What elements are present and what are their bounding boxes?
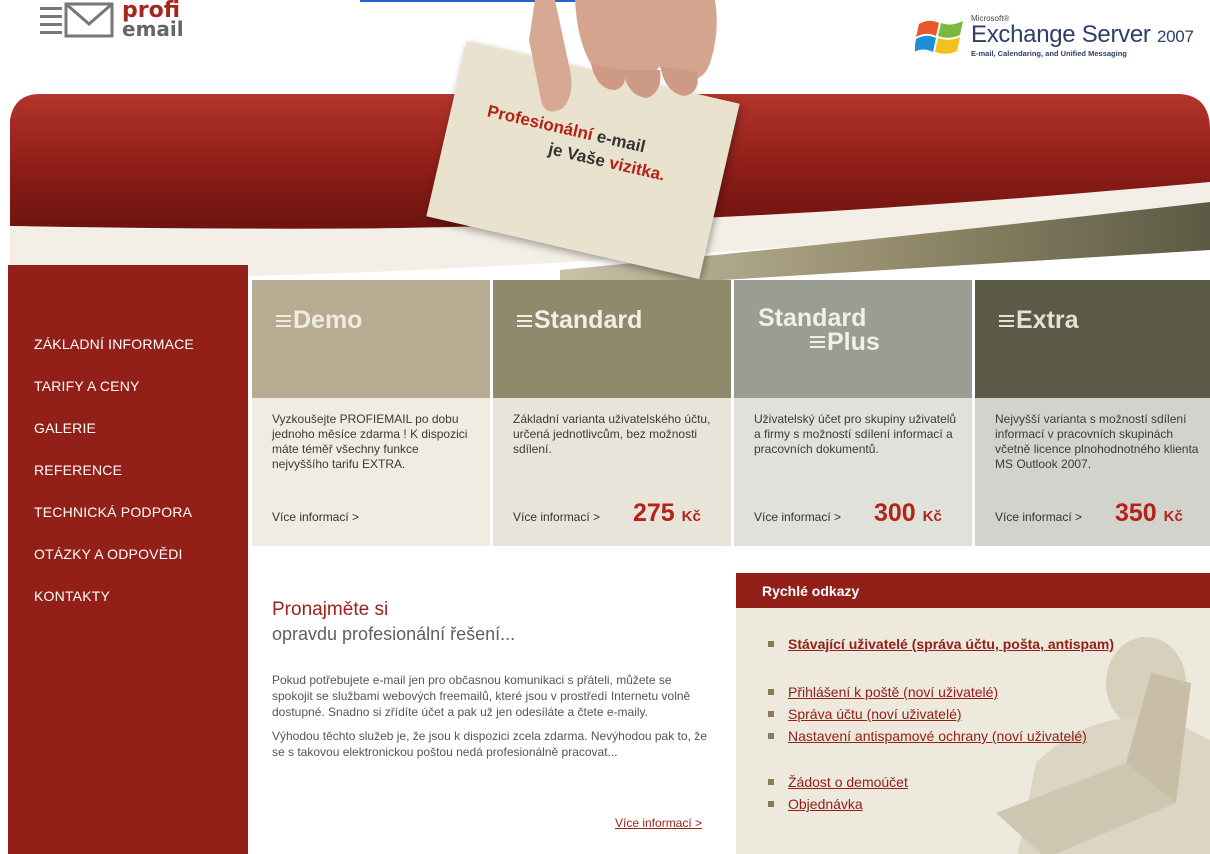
tariff-extra: Extra Nejvyšší varianta s možností sdíle…: [975, 280, 1210, 546]
intro-more-link[interactable]: Více informací >: [615, 816, 702, 830]
list-item: Správa účtu (noví uživatelé): [768, 703, 1114, 725]
intro-paragraph-2: Výhodou těchto služeb je, že jsou k disp…: [272, 729, 707, 759]
tariff-demo-name: Demo: [293, 306, 363, 334]
bullet-icon: [768, 689, 774, 695]
tariff-demo-header: Demo: [252, 280, 490, 398]
nav-item-zakladni-informace[interactable]: ZÁKLADNÍ INFORMACE: [34, 335, 194, 377]
tariff-demo-desc: Vyzkoušejte PROFIEMAIL po dobu jednoho m…: [272, 412, 468, 471]
tariff-extra-desc: Nejvyšší varianta s možností sdílení inf…: [995, 412, 1199, 471]
tariff-plus-price: 300 Kč: [874, 499, 942, 527]
link-account-admin[interactable]: Správa účtu (noví uživatelé): [788, 703, 962, 725]
quick-links-title: Rychlé odkazy: [736, 573, 1210, 608]
main-nav: ZÁKLADNÍ INFORMACE TARIFY A CENY GALERIE…: [34, 335, 194, 629]
nav-item-kontakty[interactable]: KONTAKTY: [34, 587, 194, 629]
bullet-icon: [768, 641, 774, 647]
tariff-standard-header: Standard: [493, 280, 731, 398]
tariff-plus-more-link[interactable]: Více informací >: [754, 510, 841, 524]
intro-text: Pokud potřebujete e-mail jen pro občasno…: [272, 672, 712, 768]
tariff-standard-more-link[interactable]: Více informací >: [513, 510, 600, 524]
tariff-demo: Demo Vyzkoušejte PROFIEMAIL po dobu jedn…: [252, 280, 490, 546]
link-existing-users[interactable]: Stávající uživatelé (správa účtu, pošta,…: [788, 633, 1114, 655]
nav-item-technicka-podpora[interactable]: TECHNICKÁ PODPORA: [34, 503, 194, 545]
tariff-standard-name: Standard: [534, 306, 643, 334]
tariff-plus-name1: Standard: [758, 304, 867, 332]
logo-lines-icon: [40, 6, 62, 34]
link-antispam-settings[interactable]: Nastavení antispamové ochrany (noví uživ…: [788, 725, 1087, 747]
bullet-icon: [768, 779, 774, 785]
nav-item-otazky-a-odpovedi[interactable]: OTÁZKY A ODPOVĚDI: [34, 545, 194, 587]
exchange-title: Exchange Server 2007: [971, 21, 1194, 48]
tariff-standard-desc: Základní varianta uživatelského účtu, ur…: [513, 412, 711, 456]
link-order[interactable]: Objednávka: [788, 793, 863, 815]
page-headline: Pronajměte si opravdu profesionální řeše…: [272, 598, 515, 646]
tariff-demo-more-link[interactable]: Více informací >: [272, 510, 359, 524]
menu-lines-icon: [999, 314, 1014, 327]
link-mail-login[interactable]: Přihlášení k poště (noví uživatelé): [788, 681, 998, 703]
list-item: Přihlášení k poště (noví uživatelé): [768, 681, 1114, 703]
list-item: Žádost o demoúčet: [768, 771, 1114, 793]
tariff-standard-price: 275 Kč: [633, 499, 701, 527]
tariff-plus-desc: Uživatelský účet pro skupiny uživatelů a…: [754, 412, 957, 456]
menu-lines-icon: [517, 314, 532, 327]
bullet-icon: [768, 801, 774, 807]
envelope-icon: [64, 2, 114, 38]
tariff-plus-name2: Plus: [827, 328, 880, 356]
list-item: Stávající uživatelé (správa účtu, pošta,…: [768, 633, 1114, 655]
tariff-extra-price: 350 Kč: [1115, 499, 1183, 527]
tariff-plus-header: Standard Plus: [734, 280, 972, 398]
intro-paragraph-1: Pokud potřebujete e-mail jen pro občasno…: [272, 673, 691, 719]
tariff-extra-header: Extra: [975, 280, 1210, 398]
list-item: Objednávka: [768, 793, 1114, 815]
tariff-extra-more-link[interactable]: Více informací >: [995, 510, 1082, 524]
list-item: Nastavení antispamové ochrany (noví uživ…: [768, 725, 1114, 747]
headline-line1: Pronajměte si: [272, 599, 389, 620]
nav-item-reference[interactable]: REFERENCE: [34, 461, 194, 503]
bullet-icon: [768, 711, 774, 717]
logo-word-email: email: [122, 17, 184, 41]
windows-flag-icon: [915, 20, 963, 54]
exchange-server-logo: Microsoft® Exchange Server 2007 E-mail, …: [915, 14, 1194, 58]
hand-image: [529, 0, 717, 112]
quick-links-list: Stávající uživatelé (správa účtu, pošta,…: [768, 633, 1114, 815]
link-demo-account-request[interactable]: Žádost o demoúčet: [788, 771, 908, 793]
exchange-subtitle: E-mail, Calendaring, and Unified Messagi…: [971, 49, 1127, 58]
bullet-icon: [768, 733, 774, 739]
quick-links-panel: Rychlé odkazy Stávající uživatelé (správ…: [736, 573, 1210, 854]
headline-line2: opravdu profesionální řešení...: [272, 624, 516, 644]
menu-lines-icon: [810, 336, 825, 348]
nav-item-tarify-a-ceny[interactable]: TARIFY A CENY: [34, 377, 194, 419]
tariff-extra-name: Extra: [1016, 306, 1079, 334]
sidebar: ZÁKLADNÍ INFORMACE TARIFY A CENY GALERIE…: [8, 265, 248, 854]
tariff-standard: Standard Základní varianta uživatelského…: [493, 280, 731, 546]
profiemail-logo[interactable]: profi email: [40, 0, 184, 41]
nav-item-galerie[interactable]: GALERIE: [34, 419, 194, 461]
tariff-standard-plus: Standard Plus Uživatelský účet pro skupi…: [734, 280, 972, 546]
menu-lines-icon: [276, 314, 291, 327]
